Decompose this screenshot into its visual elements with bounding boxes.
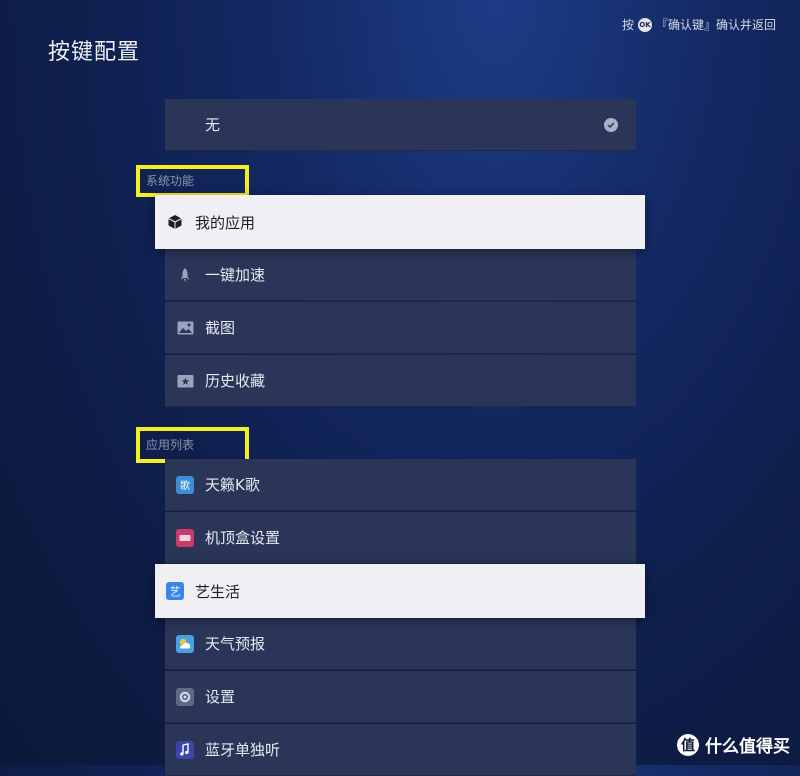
option-one-key-boost[interactable]: 一键加速 (165, 249, 636, 301)
option-label: 蓝牙单独听 (205, 741, 281, 759)
option-label: 艺生活 (195, 582, 241, 601)
option-tianlai-karaoke[interactable]: 歌 天籁K歌 (165, 459, 636, 511)
image-icon (176, 319, 194, 337)
cube-icon (166, 213, 184, 231)
ok-hint: 按 OK 『确认键』确认并返回 (622, 16, 776, 33)
section-header-label: 应用列表 (146, 438, 195, 452)
zhide-logo-icon: 值 (677, 733, 699, 756)
option-settop-box-settings[interactable]: 机顶盒设置 (165, 512, 636, 564)
option-label: 天籁K歌 (205, 476, 260, 494)
option-none[interactable]: 无 (165, 99, 636, 151)
star-folder-icon (176, 372, 194, 390)
option-label: 天气预报 (205, 635, 266, 653)
option-label: 设置 (205, 688, 236, 706)
settings-app-icon (176, 687, 194, 706)
section-header-system: 系统功能 (136, 165, 249, 197)
svg-text:歌: 歌 (180, 479, 190, 492)
option-my-apps[interactable]: 我的应用 (155, 195, 645, 249)
option-screenshot[interactable]: 截图 (165, 302, 636, 354)
karaoke-app-icon: 歌 (176, 475, 194, 494)
watermark-logo: 值 什么值得买 (677, 732, 790, 757)
art-life-app-icon: 艺 (166, 582, 184, 600)
option-history-favorites[interactable]: 历史收藏 (165, 355, 636, 407)
rocket-icon (176, 266, 194, 284)
page-title: 按键配置 (48, 40, 141, 65)
settop-box-app-icon (176, 528, 194, 547)
section-header-label: 系统功能 (146, 174, 195, 188)
watermark-text: 什么值得买 (705, 737, 790, 757)
bluetooth-music-app-icon (176, 740, 194, 759)
option-art-life[interactable]: 艺 艺生活 (155, 564, 645, 618)
option-weather-forecast[interactable]: 天气预报 (165, 618, 636, 670)
hint-suffix: 『确认键』确认并返回 (655, 18, 776, 32)
section-header-apps: 应用列表 (136, 427, 249, 463)
option-bluetooth-listen[interactable]: 蓝牙单独听 (165, 724, 636, 776)
option-settings[interactable]: 设置 (165, 671, 636, 723)
option-label: 我的应用 (195, 213, 256, 232)
svg-text:艺: 艺 (170, 586, 181, 599)
option-label: 截图 (205, 319, 236, 337)
option-label: 无 (205, 116, 221, 134)
weather-app-icon (176, 634, 194, 653)
option-label: 一键加速 (205, 266, 266, 284)
option-label: 历史收藏 (205, 372, 266, 390)
ok-button-icon: OK (637, 17, 652, 32)
check-icon (604, 118, 618, 132)
option-label: 机顶盒设置 (205, 529, 281, 547)
hint-prefix: 按 (621, 18, 634, 32)
